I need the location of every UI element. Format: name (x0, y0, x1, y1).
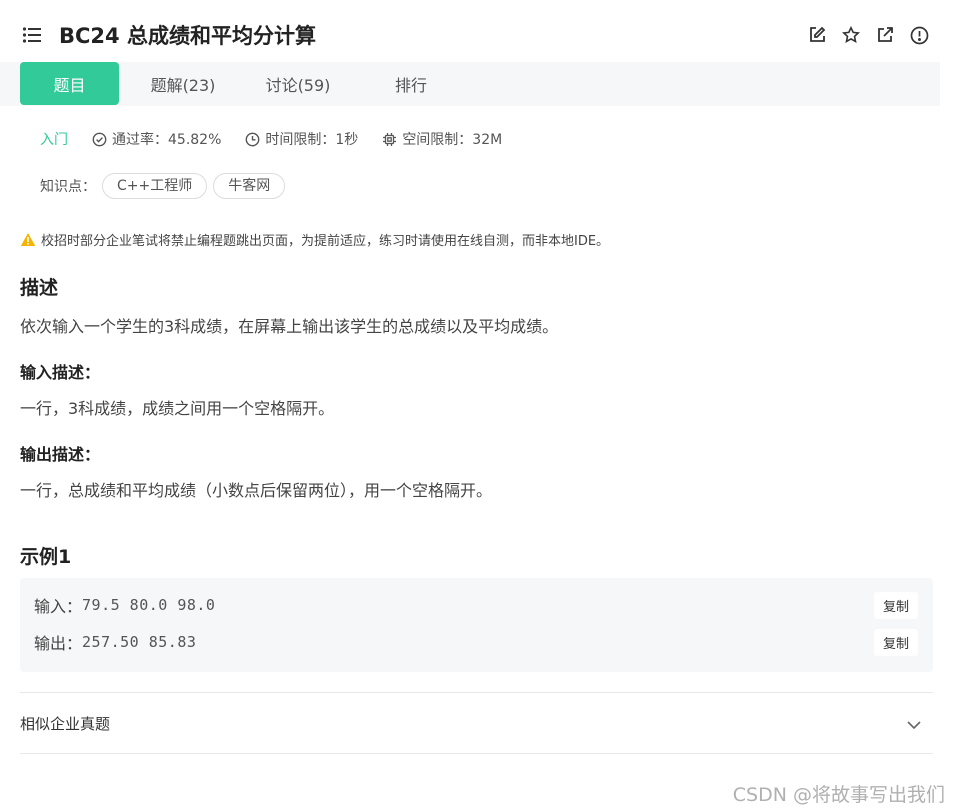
tab-solutions[interactable]: 题解(23) (130, 62, 236, 106)
problem-tabs: 题目 题解(23) 讨论(59) 排行 (0, 62, 940, 106)
exam-notice: 校招时部分企业笔试将禁止编程题跳出页面，为提前适应，练习时请使用在线自测，而非本… (20, 230, 609, 249)
output-desc-heading: 输出描述： (20, 445, 101, 464)
info-icon[interactable] (909, 25, 929, 45)
notice-text: 校招时部分企业笔试将禁止编程题跳出页面，为提前适应，练习时请使用在线自测，而非本… (41, 234, 610, 249)
example-output-label: 输出： (34, 634, 83, 653)
warning-icon (20, 233, 36, 246)
similar-questions-toggle[interactable]: 相似企业真题 (20, 713, 110, 734)
input-desc-text: 一行，3科成绩，成绩之间用一个空格隔开。 (20, 399, 335, 418)
share-icon[interactable] (875, 25, 895, 45)
difficulty-label: 入门 (40, 132, 68, 148)
knowledge-label: 知识点： (40, 179, 96, 195)
knowledge-points: 知识点： C++工程师 牛客网 (40, 173, 286, 199)
space-limit: 空间限制：32M (382, 129, 502, 149)
example-output-row: 输出： 257.50 85.83 (34, 630, 196, 654)
tab-discussion[interactable]: 讨论(59) (245, 62, 351, 106)
divider (20, 753, 933, 754)
description-heading: 描述 (20, 277, 59, 299)
problem-header: BC24 总成绩和平均分计算 (0, 0, 959, 62)
clock-icon (245, 132, 260, 146)
tab-ranking[interactable]: 排行 (360, 62, 462, 106)
example-input-label: 输入： (34, 597, 83, 616)
tag-nowcoder[interactable]: 牛客网 (213, 173, 286, 199)
watermark: CSDN @将故事写出我们 (732, 784, 945, 806)
output-desc-text: 一行，总成绩和平均成绩（小数点后保留两位），用一个空格隔开。 (20, 481, 493, 500)
chip-icon (383, 132, 397, 146)
description-text: 依次输入一个学生的3科成绩，在屏幕上输出该学生的总成绩以及平均成绩。 (20, 317, 559, 336)
tab-problem[interactable]: 题目 (20, 62, 119, 105)
check-circle-icon (92, 132, 107, 146)
example-heading: 示例1 (20, 546, 72, 568)
copy-output-button[interactable]: 复制 (874, 629, 918, 656)
time-limit-text: 时间限制：1秒 (265, 132, 359, 148)
list-icon[interactable] (22, 26, 42, 44)
page-title: BC24 总成绩和平均分计算 (59, 24, 316, 48)
time-limit: 时间限制：1秒 (245, 129, 358, 149)
tag-cpp-engineer[interactable]: C++工程师 (102, 173, 208, 199)
space-limit-text: 空间限制：32M (402, 132, 503, 148)
star-icon[interactable] (841, 25, 861, 45)
header-actions (807, 25, 929, 45)
input-desc-heading: 输入描述： (20, 363, 101, 382)
problem-meta: 入门 通过率：45.82% 时间限制：1秒 空间限制：32M (40, 129, 526, 149)
edit-icon[interactable] (807, 25, 827, 45)
pass-rate: 通过率：45.82% (92, 129, 221, 149)
example-input-value[interactable]: 79.5 80.0 98.0 (82, 596, 215, 614)
chevron-down-icon[interactable] (906, 716, 922, 735)
pass-rate-text: 通过率：45.82% (112, 132, 222, 148)
copy-input-button[interactable]: 复制 (874, 592, 918, 619)
example-output-value[interactable]: 257.50 85.83 (82, 633, 196, 651)
divider (20, 692, 933, 693)
example-box: 输入： 79.5 80.0 98.0 复制 输出： 257.50 85.83 复… (20, 578, 933, 672)
example-input-row: 输入： 79.5 80.0 98.0 (34, 593, 215, 617)
